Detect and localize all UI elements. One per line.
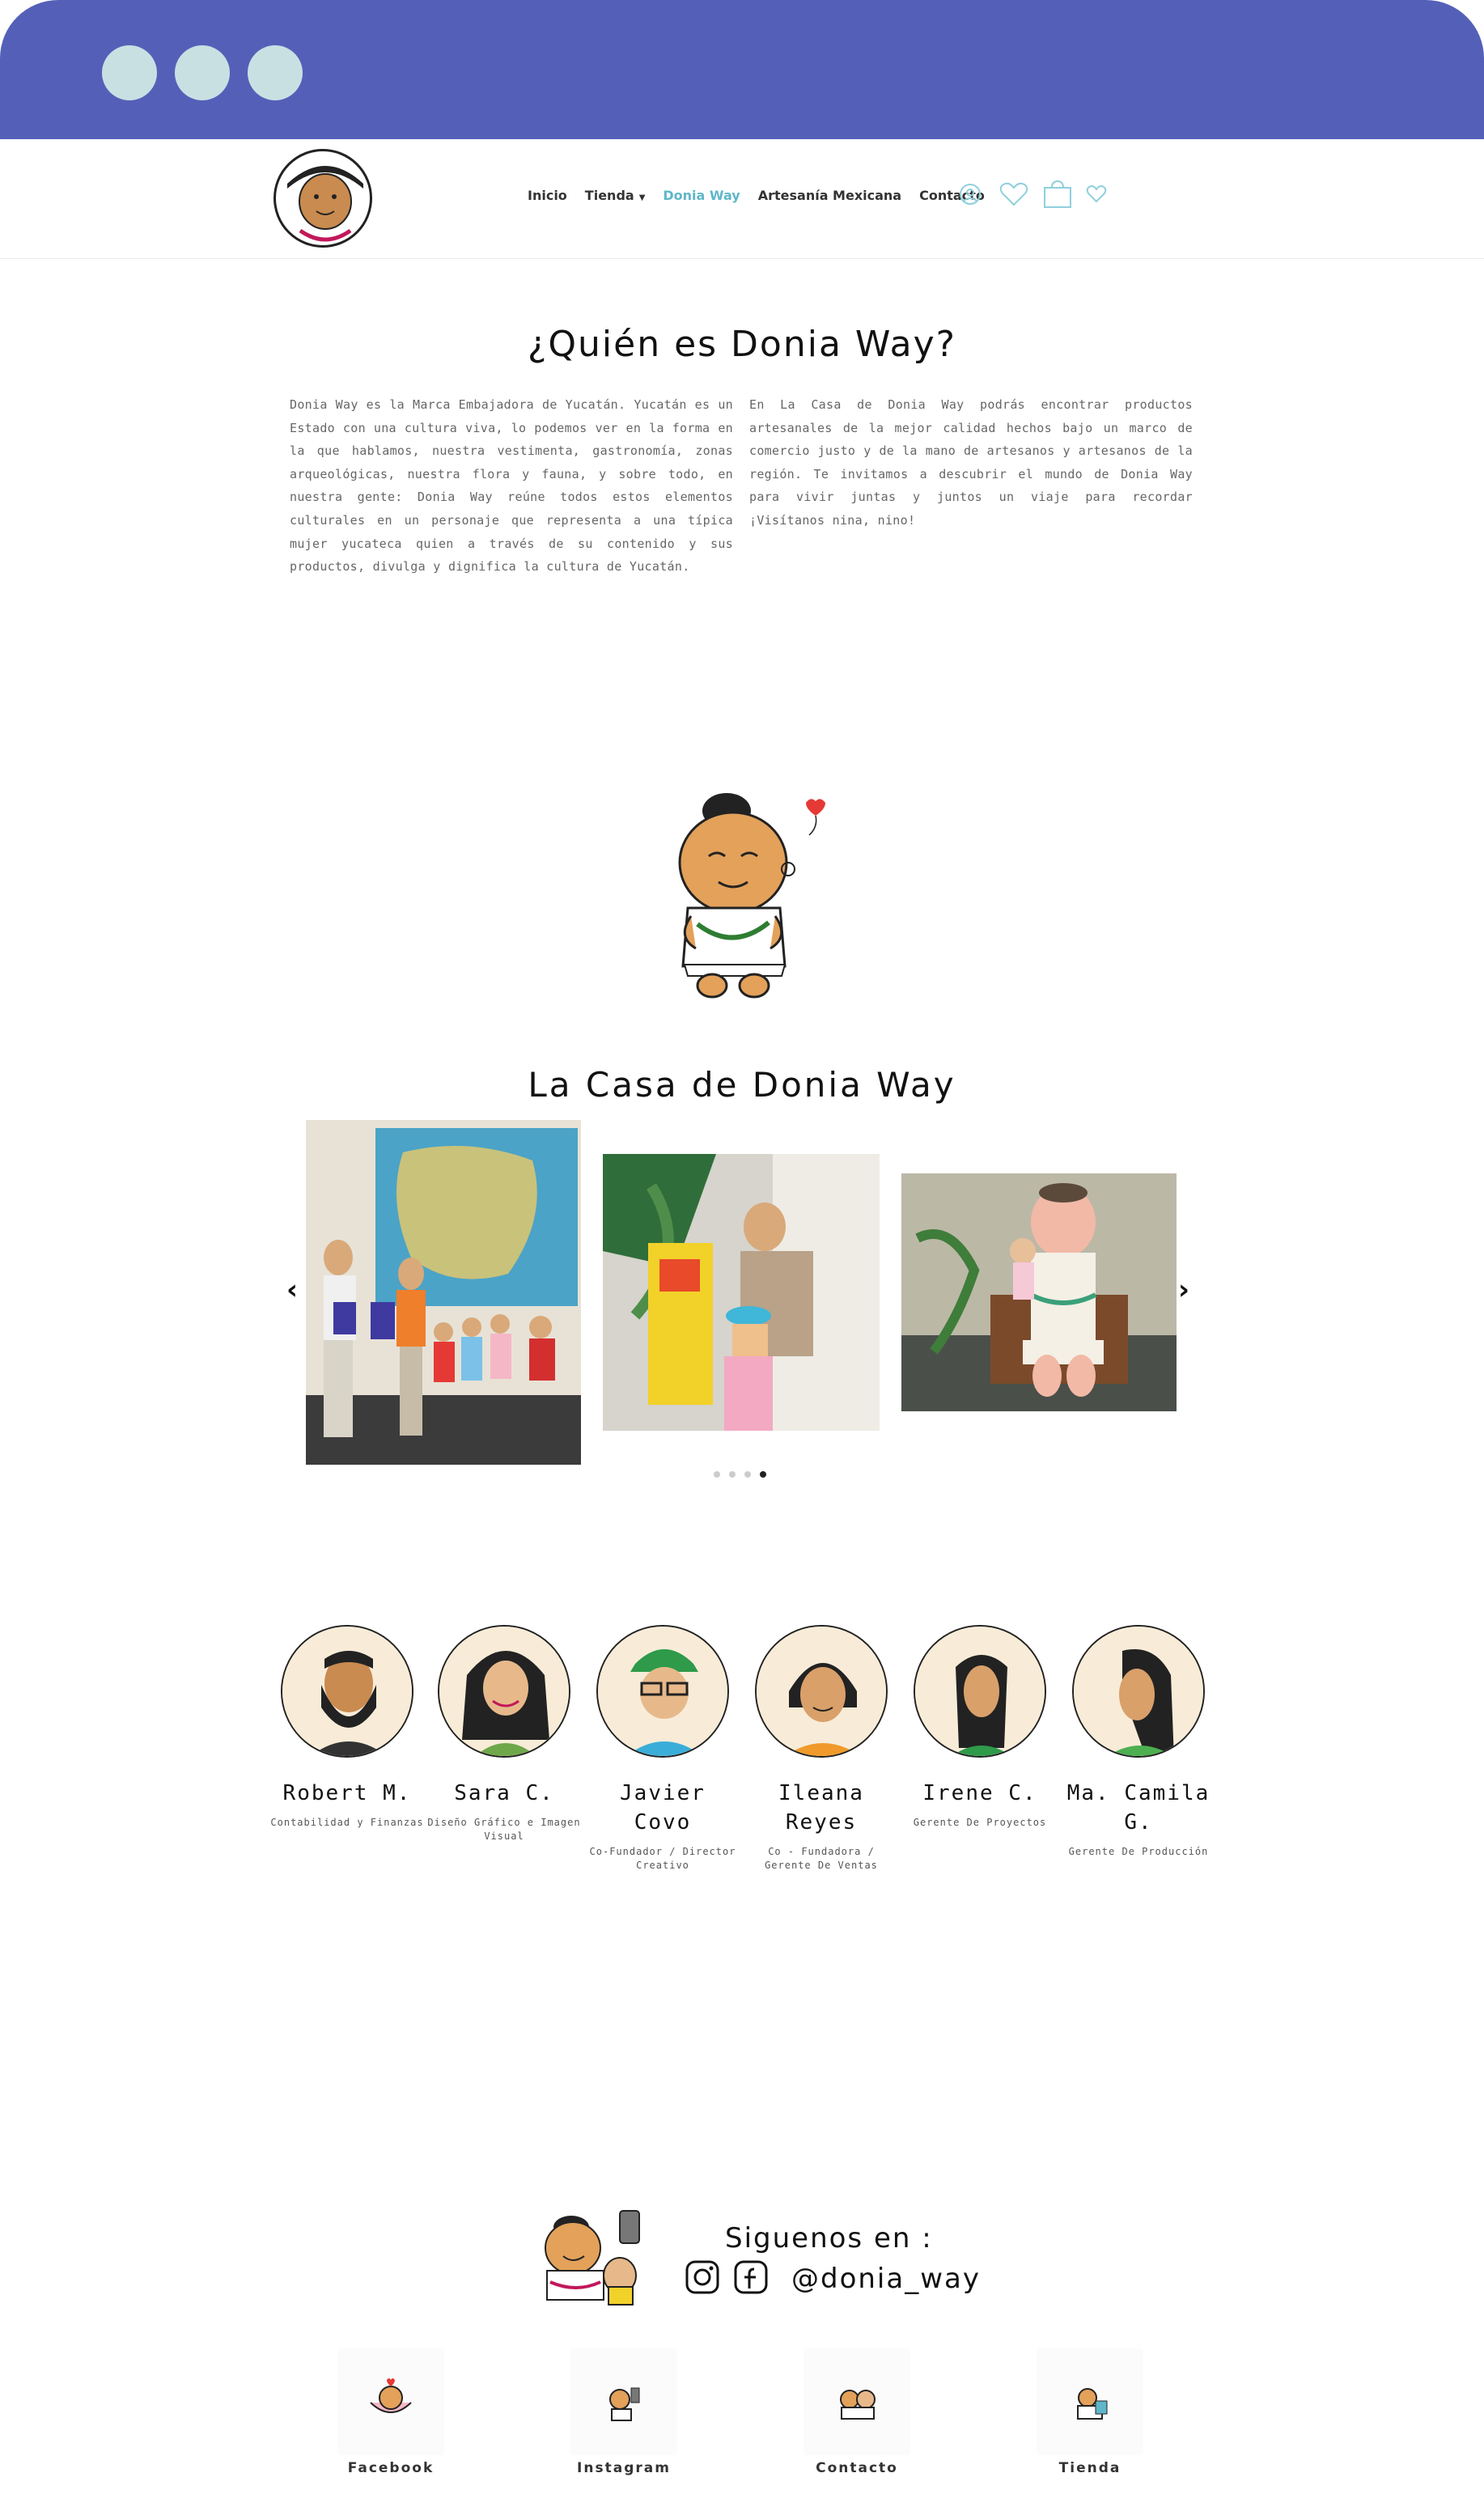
team-member: Ileana Reyes Co - Fundadora / Gerente De… xyxy=(744,1625,898,1873)
facebook-icon[interactable] xyxy=(733,2259,769,2298)
site-header: Inicio Tienda ▼ Donia Way Artesanía Mexic… xyxy=(0,139,1484,259)
avatar xyxy=(914,1625,1046,1758)
contact-illustration-icon xyxy=(803,2348,910,2455)
heart-icon[interactable] xyxy=(1086,185,1107,207)
nav-item-tienda[interactable]: Tienda ▼ xyxy=(585,188,646,203)
member-name: Ma. Camila G. xyxy=(1066,1781,1211,1835)
footer-link-contacto[interactable]: Contacto xyxy=(796,2348,918,2476)
about-text-right: En La Casa de Donia Way podrás encontrar… xyxy=(749,397,1193,528)
member-role: Co - Fundadora / Gerente De Ventas xyxy=(765,1846,878,1871)
follow-title: Siguenos en : xyxy=(725,2222,933,2255)
carousel-dot[interactable] xyxy=(729,1471,736,1478)
member-name: Javier Covo xyxy=(620,1781,706,1835)
avatar xyxy=(281,1625,413,1758)
team-member: Robert M. Contabilidad y Finanzas xyxy=(270,1625,424,1830)
instagram-icon[interactable] xyxy=(685,2259,720,2298)
donia-way-illustration xyxy=(652,778,840,1002)
shop-illustration-icon xyxy=(1037,2348,1143,2455)
member-name: Robert M. xyxy=(282,1781,412,1805)
avatar xyxy=(755,1625,888,1758)
carousel-prev-arrow-icon[interactable]: ‹ xyxy=(286,1274,298,1306)
facebook-illustration-icon xyxy=(337,2348,444,2455)
about-title: ¿Quién es Donia Way? xyxy=(528,324,956,365)
carousel-dot[interactable] xyxy=(744,1471,751,1478)
nav-item-artesania-mexicana[interactable]: Artesanía Mexicana xyxy=(758,188,901,203)
window-control-dot[interactable] xyxy=(175,45,230,100)
donia-way-selfie-illustration xyxy=(515,2203,652,2306)
team-member: Ma. Camila G. Gerente De Producción xyxy=(1062,1625,1215,1859)
avatar xyxy=(596,1625,729,1758)
follow-row: @donia_way xyxy=(685,2259,981,2298)
carousel-photo-workshop xyxy=(603,1154,880,1431)
member-role: Contabilidad y Finanzas xyxy=(270,1817,424,1828)
chevron-down-icon: ▼ xyxy=(638,193,646,202)
member-name: Irene C. xyxy=(922,1781,1037,1805)
nav-item-tienda-label: Tienda xyxy=(584,188,634,203)
carousel-dot-active[interactable] xyxy=(760,1471,766,1478)
footer-link-label: Facebook xyxy=(347,2460,435,2476)
member-role: Gerente De Proyectos xyxy=(913,1817,1047,1828)
window-control-dot[interactable] xyxy=(102,45,157,100)
footer-link-label: Instagram xyxy=(577,2460,671,2476)
carousel-photo-family-map xyxy=(306,1120,581,1465)
nav-item-donia-way[interactable]: Donia Way xyxy=(663,188,740,203)
carousel-pagination xyxy=(714,1471,766,1478)
window-control-dot[interactable] xyxy=(248,45,303,100)
browser-title-bar xyxy=(0,0,1484,139)
carousel-dot[interactable] xyxy=(714,1471,720,1478)
cart-icon[interactable] xyxy=(1042,180,1073,212)
casa-title: La Casa de Donia Way xyxy=(528,1065,956,1105)
site-logo[interactable] xyxy=(273,149,372,248)
carousel-photo-donia-statue xyxy=(901,1173,1177,1411)
team-member: Javier Covo Co-Fundador / Director Creat… xyxy=(586,1625,740,1873)
footer-link-tienda[interactable]: Tienda xyxy=(1029,2348,1151,2476)
member-role: Co-Fundador / Director Creativo xyxy=(589,1846,736,1871)
nav-icons xyxy=(955,180,1107,212)
footer-link-facebook[interactable]: Facebook xyxy=(330,2348,452,2476)
member-name: Sara C. xyxy=(454,1781,554,1805)
avatar xyxy=(1072,1625,1205,1758)
member-name: Ileana Reyes xyxy=(778,1781,864,1835)
footer-link-instagram[interactable]: Instagram xyxy=(563,2348,685,2476)
team-member: Irene C. Gerente De Proyectos xyxy=(903,1625,1057,1830)
avatar xyxy=(438,1625,570,1758)
footer-link-label: Contacto xyxy=(816,2460,898,2476)
member-role: Diseño Gráfico e Imagen Visual xyxy=(427,1817,581,1842)
footer-link-label: Tienda xyxy=(1058,2460,1121,2476)
member-role: Gerente De Producción xyxy=(1068,1846,1209,1857)
nav-item-inicio[interactable]: Inicio xyxy=(528,188,567,203)
carousel-next-arrow-icon[interactable]: › xyxy=(1178,1274,1189,1306)
about-text-left: Donia Way es la Marca Embajadora de Yuca… xyxy=(290,397,733,575)
team-member: Sara C. Diseño Gráfico e Imagen Visual xyxy=(427,1625,581,1843)
account-icon[interactable] xyxy=(955,182,986,210)
wishlist-icon[interactable] xyxy=(999,181,1029,210)
instagram-illustration-icon xyxy=(570,2348,677,2455)
social-handle[interactable]: @donia_way xyxy=(791,2263,981,2295)
main-nav: Inicio Tienda ▼ Donia Way Artesanía Mexic… xyxy=(528,188,1003,203)
